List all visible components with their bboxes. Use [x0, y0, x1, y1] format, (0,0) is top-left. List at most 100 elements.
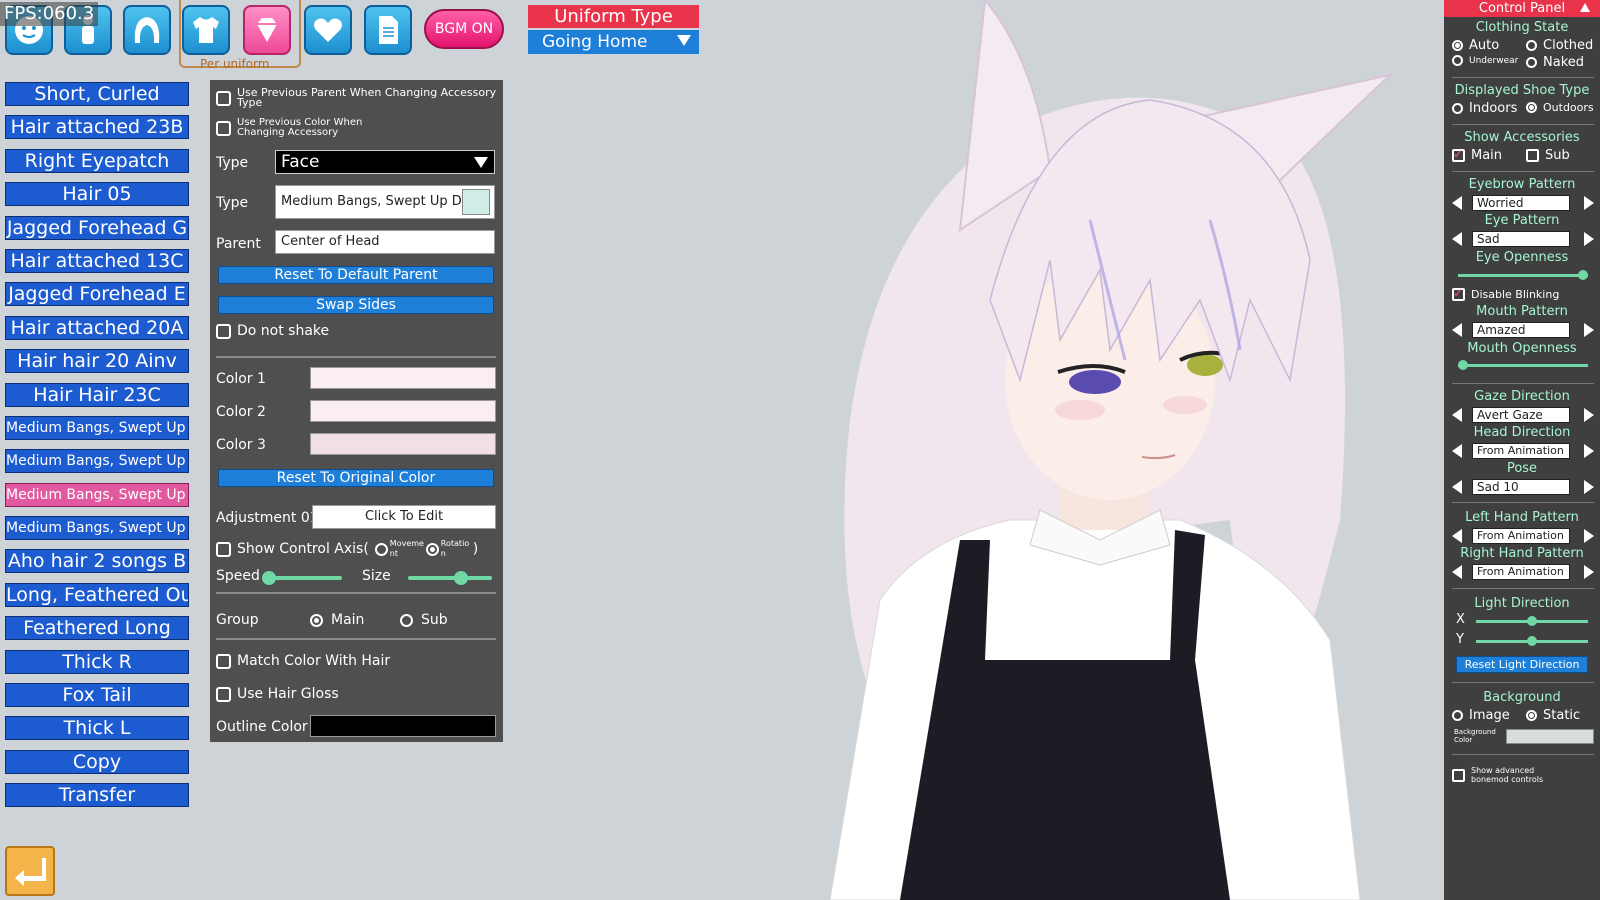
accessory-slot-5[interactable]: Jagged Forehead G: [5, 215, 189, 240]
shoe-outdoors-radio[interactable]: [1526, 102, 1537, 113]
do-not-shake-option[interactable]: Do not shake: [216, 323, 329, 339]
accessory-slot-2[interactable]: Hair attached 23B: [5, 115, 189, 140]
mouth-openness-knob[interactable]: [1458, 360, 1468, 370]
accessory-slot-17[interactable]: Feathered Long: [5, 616, 189, 641]
background-color-swatch[interactable]: [1506, 729, 1594, 744]
right-hand-prev-arrow-icon[interactable]: [1452, 565, 1462, 579]
swap-sides-button[interactable]: Swap Sides: [218, 296, 494, 314]
clothing-naked-radio[interactable]: [1526, 57, 1537, 68]
background-static-option[interactable]: Static: [1526, 708, 1580, 723]
clothing-underwear-option[interactable]: Underwear: [1452, 55, 1518, 66]
accessory-slot-15[interactable]: Aho hair 2 songs B: [5, 549, 189, 574]
size-slider-knob[interactable]: [453, 571, 468, 585]
right-hand-next-arrow-icon[interactable]: [1584, 565, 1594, 579]
accessory-slot-20[interactable]: Thick L: [5, 716, 189, 741]
shoe-indoors-radio[interactable]: [1452, 103, 1463, 114]
clothing-auto-option[interactable]: Auto: [1452, 38, 1499, 53]
accessory-slot-14[interactable]: Medium Bangs, Swept Up E: [5, 516, 189, 541]
clothing-clothed-option[interactable]: Clothed: [1526, 38, 1593, 53]
use-previous-color-checkbox[interactable]: [216, 120, 231, 136]
eyebrow-prev-arrow-icon[interactable]: [1452, 196, 1462, 210]
color2-swatch[interactable]: [310, 400, 496, 422]
color1-swatch[interactable]: [310, 367, 496, 389]
head-direction-select[interactable]: From Animation: [1472, 443, 1570, 459]
pose-next-arrow-icon[interactable]: [1584, 480, 1594, 494]
reset-default-parent-button[interactable]: Reset To Default Parent: [218, 266, 494, 284]
accessory-slot-22[interactable]: Transfer: [5, 783, 189, 808]
accessory-slot-4[interactable]: Hair 05: [5, 182, 189, 207]
accessory-slot-8[interactable]: Hair attached 20A: [5, 315, 189, 340]
use-previous-color-option[interactable]: Use Previous Color When Changing Accesso…: [216, 118, 407, 138]
accessory-slot-16[interactable]: Long, Feathered Out: [5, 582, 189, 607]
use-hair-gloss-option[interactable]: Use Hair Gloss: [216, 686, 339, 702]
accessory-slot-21[interactable]: Copy: [5, 749, 189, 774]
accessory-slot-3[interactable]: Right Eyepatch: [5, 148, 189, 173]
mouth-next-arrow-icon[interactable]: [1584, 323, 1594, 337]
clothing-clothed-radio[interactable]: [1526, 40, 1537, 51]
reset-light-direction-button[interactable]: Reset Light Direction: [1456, 656, 1588, 673]
head-prev-arrow-icon[interactable]: [1452, 444, 1462, 458]
gaze-direction-select[interactable]: Avert Gaze: [1472, 407, 1570, 423]
mouth-prev-arrow-icon[interactable]: [1452, 323, 1462, 337]
show-control-axis-option[interactable]: Show Control Axis( Moveme nt Rotatio n ): [216, 539, 478, 559]
left-hand-next-arrow-icon[interactable]: [1584, 529, 1594, 543]
shoe-outdoors-option[interactable]: Outdoors: [1526, 101, 1594, 114]
group-main-radio[interactable]: [310, 613, 323, 627]
accessories-sub-checkbox[interactable]: [1526, 149, 1539, 162]
accessories-sub-option[interactable]: Sub: [1526, 148, 1570, 163]
mouth-openness-slider[interactable]: [1458, 360, 1588, 370]
back-button[interactable]: [5, 846, 55, 896]
speed-slider-knob[interactable]: [262, 571, 276, 585]
eye-next-arrow-icon[interactable]: [1584, 232, 1594, 246]
right-hand-select[interactable]: From Animation: [1472, 564, 1570, 580]
use-previous-parent-option[interactable]: Use Previous Parent When Changing Access…: [216, 87, 503, 108]
accessories-main-option[interactable]: Main: [1452, 147, 1502, 163]
shoe-indoors-option[interactable]: Indoors: [1452, 101, 1517, 116]
eye-openness-slider[interactable]: [1458, 270, 1588, 280]
rotation-radio[interactable]: [425, 542, 439, 556]
match-color-option[interactable]: Match Color With Hair: [216, 653, 390, 669]
light-x-slider[interactable]: [1476, 616, 1588, 626]
advanced-bonemod-option[interactable]: Show advanced bonemod controls: [1452, 766, 1571, 784]
left-hand-prev-arrow-icon[interactable]: [1452, 529, 1462, 543]
gaze-next-arrow-icon[interactable]: [1584, 408, 1594, 422]
parent-select[interactable]: Center of Head: [275, 230, 495, 254]
document-category-button[interactable]: [364, 5, 412, 55]
accessory-type-select[interactable]: Face: [275, 150, 495, 174]
eyebrow-next-arrow-icon[interactable]: [1584, 196, 1594, 210]
accessory-slot-12[interactable]: Medium Bangs, Swept Up E: [5, 449, 189, 474]
use-hair-gloss-checkbox[interactable]: [216, 686, 231, 702]
clothing-auto-radio[interactable]: [1452, 40, 1463, 51]
mouth-pattern-select[interactable]: Amazed: [1472, 322, 1570, 338]
light-y-slider[interactable]: [1476, 636, 1588, 646]
accessories-main-checkbox[interactable]: [1452, 147, 1465, 162]
background-static-radio[interactable]: [1526, 710, 1537, 721]
movement-radio[interactable]: [374, 542, 388, 556]
group-main-option[interactable]: Main: [310, 612, 364, 628]
heart-category-button[interactable]: [304, 5, 352, 55]
advanced-bonemod-checkbox[interactable]: [1452, 768, 1465, 782]
left-hand-select[interactable]: From Animation: [1472, 528, 1570, 544]
disable-blinking-option[interactable]: Disable Blinking: [1452, 286, 1559, 301]
background-image-radio[interactable]: [1452, 710, 1463, 721]
gaze-prev-arrow-icon[interactable]: [1452, 408, 1462, 422]
head-next-arrow-icon[interactable]: [1584, 444, 1594, 458]
color3-swatch[interactable]: [310, 433, 496, 455]
accessory-slot-10[interactable]: Hair Hair 23C: [5, 382, 189, 407]
reset-original-color-button[interactable]: Reset To Original Color: [218, 469, 494, 487]
uniform-type-select[interactable]: Going Home: [528, 30, 699, 54]
light-x-knob[interactable]: [1527, 616, 1537, 626]
hair-category-button[interactable]: [123, 5, 171, 55]
pose-prev-arrow-icon[interactable]: [1452, 480, 1462, 494]
pose-select[interactable]: Sad 10: [1472, 479, 1570, 495]
size-slider[interactable]: [408, 571, 492, 585]
clothing-naked-option[interactable]: Naked: [1526, 55, 1584, 70]
outline-color-swatch[interactable]: [310, 715, 496, 737]
accessory-slot-19[interactable]: Fox Tail: [5, 683, 189, 708]
bgm-toggle-button[interactable]: BGM ON: [424, 9, 504, 49]
accessory-item-select[interactable]: Medium Bangs, Swept Up D: [275, 185, 495, 219]
eyebrow-pattern-select[interactable]: Worried: [1472, 195, 1570, 211]
control-panel-header[interactable]: Control Panel: [1444, 0, 1600, 17]
accessory-slot-7[interactable]: Jagged Forehead E: [5, 282, 189, 307]
accessory-slot-18[interactable]: Thick R: [5, 649, 189, 674]
